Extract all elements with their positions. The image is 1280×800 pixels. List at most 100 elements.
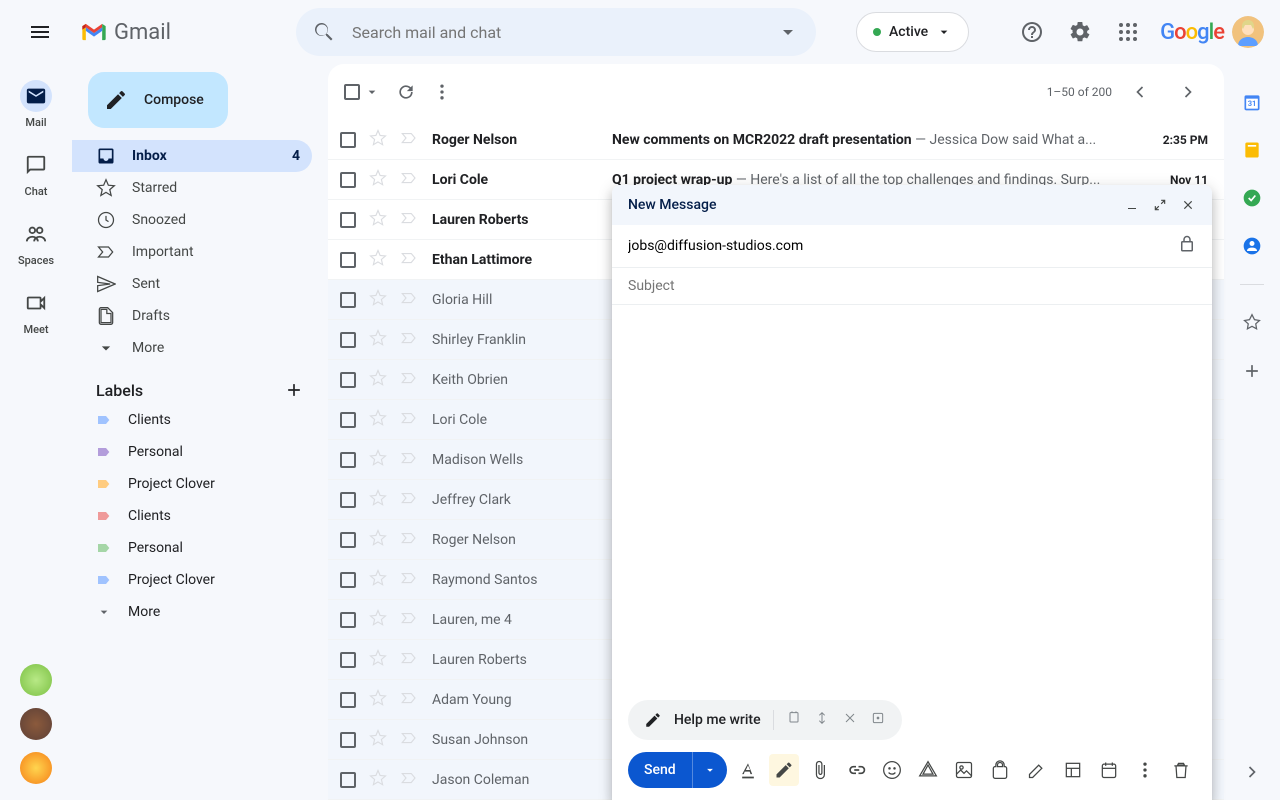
important-button[interactable] <box>400 529 420 551</box>
important-button[interactable] <box>400 409 420 431</box>
add-label-button[interactable] <box>284 380 304 400</box>
label-item[interactable]: Clients <box>72 404 312 436</box>
star-button[interactable] <box>368 449 388 471</box>
page-count[interactable]: 1–50 of 200 <box>1047 85 1112 99</box>
status-selector[interactable]: Active <box>856 12 969 52</box>
compose-subject-field[interactable] <box>612 268 1212 305</box>
star-button[interactable] <box>368 649 388 671</box>
compose-to-field[interactable] <box>612 225 1212 268</box>
important-button[interactable] <box>400 369 420 391</box>
addon-1[interactable] <box>1242 313 1262 333</box>
send-button[interactable]: Send <box>628 752 727 788</box>
important-button[interactable] <box>400 689 420 711</box>
star-button[interactable] <box>368 489 388 511</box>
row-checkbox[interactable] <box>340 372 356 388</box>
label-item[interactable]: Personal <box>72 532 312 564</box>
star-button[interactable] <box>368 329 388 351</box>
important-button[interactable] <box>400 449 420 471</box>
send-options-button[interactable] <box>692 752 727 788</box>
row-checkbox[interactable] <box>340 732 356 748</box>
regenerate-icon[interactable] <box>870 710 886 730</box>
important-button[interactable] <box>400 289 420 311</box>
important-button[interactable] <box>400 209 420 231</box>
to-input[interactable] <box>628 238 1178 254</box>
rail-meet[interactable]: Meet <box>8 279 64 344</box>
shorten-icon[interactable] <box>814 710 830 730</box>
star-button[interactable] <box>368 529 388 551</box>
row-checkbox[interactable] <box>340 572 356 588</box>
important-button[interactable] <box>400 649 420 671</box>
row-checkbox[interactable] <box>340 452 356 468</box>
important-button[interactable] <box>400 609 420 631</box>
row-checkbox[interactable] <box>340 292 356 308</box>
row-checkbox[interactable] <box>340 692 356 708</box>
schedule-button[interactable] <box>1094 754 1124 786</box>
search-bar[interactable] <box>296 8 816 56</box>
emoji-button[interactable] <box>877 754 907 786</box>
rail-chat[interactable]: Chat <box>8 141 64 206</box>
label-item[interactable]: Clients <box>72 500 312 532</box>
rail-spaces[interactable]: Spaces <box>8 210 64 275</box>
label-item[interactable]: More <box>72 596 312 628</box>
star-button[interactable] <box>368 609 388 631</box>
compose-body[interactable] <box>612 305 1212 688</box>
important-button[interactable] <box>400 129 420 151</box>
nav-starred[interactable]: Starred <box>72 172 312 204</box>
drive-button[interactable] <box>913 754 943 786</box>
next-page-button[interactable] <box>1168 72 1208 112</box>
get-addons[interactable] <box>1242 361 1262 381</box>
chat-avatar[interactable] <box>20 752 52 784</box>
attach-button[interactable] <box>805 754 835 786</box>
row-checkbox[interactable] <box>340 332 356 348</box>
search-input[interactable] <box>352 23 760 42</box>
apps-button[interactable] <box>1108 12 1148 52</box>
account-avatar[interactable] <box>1232 16 1264 48</box>
row-checkbox[interactable] <box>340 652 356 668</box>
nav-more[interactable]: More <box>72 332 312 364</box>
row-checkbox[interactable] <box>340 492 356 508</box>
hide-side-panel[interactable] <box>1240 760 1264 784</box>
gmail-logo[interactable]: Gmail <box>80 18 280 46</box>
minimize-button[interactable] <box>1124 197 1140 213</box>
nav-sent[interactable]: Sent <box>72 268 312 300</box>
compose-button[interactable]: Compose <box>88 72 228 128</box>
star-button[interactable] <box>368 729 388 751</box>
tasks-addon[interactable] <box>1242 188 1262 208</box>
row-checkbox[interactable] <box>340 252 356 268</box>
link-button[interactable] <box>841 754 871 786</box>
chat-avatar[interactable] <box>20 664 52 696</box>
nav-important[interactable]: Important <box>72 236 312 268</box>
search-dropdown-icon[interactable] <box>776 20 800 44</box>
lock-icon[interactable] <box>1178 235 1196 257</box>
nav-inbox[interactable]: Inbox 4 <box>72 140 312 172</box>
confidential-button[interactable] <box>985 754 1015 786</box>
row-checkbox[interactable] <box>340 172 356 188</box>
formalize-icon[interactable] <box>786 710 802 730</box>
star-button[interactable] <box>368 129 388 151</box>
row-checkbox[interactable] <box>340 132 356 148</box>
email-row[interactable]: Roger Nelson New comments on MCR2022 dra… <box>328 120 1224 160</box>
text-format-button[interactable] <box>733 754 763 786</box>
star-button[interactable] <box>368 689 388 711</box>
elaborate-icon[interactable] <box>842 710 858 730</box>
calendar-addon[interactable]: 31 <box>1242 92 1262 112</box>
close-button[interactable] <box>1180 197 1196 213</box>
label-item[interactable]: Project Clover <box>72 468 312 500</box>
row-checkbox[interactable] <box>340 412 356 428</box>
row-checkbox[interactable] <box>340 612 356 628</box>
support-button[interactable] <box>1012 12 1052 52</box>
row-checkbox[interactable] <box>340 772 356 788</box>
star-button[interactable] <box>368 169 388 191</box>
prev-page-button[interactable] <box>1120 72 1160 112</box>
image-button[interactable] <box>949 754 979 786</box>
important-button[interactable] <box>400 569 420 591</box>
discard-button[interactable] <box>1166 754 1196 786</box>
more-menu-button[interactable] <box>432 82 452 102</box>
help-me-write-button[interactable]: Help me write <box>628 700 902 740</box>
contacts-addon[interactable] <box>1242 236 1262 256</box>
important-button[interactable] <box>400 489 420 511</box>
main-menu-button[interactable] <box>16 8 64 56</box>
template-button[interactable] <box>1058 754 1088 786</box>
label-item[interactable]: Project Clover <box>72 564 312 596</box>
refresh-button[interactable] <box>396 82 416 102</box>
